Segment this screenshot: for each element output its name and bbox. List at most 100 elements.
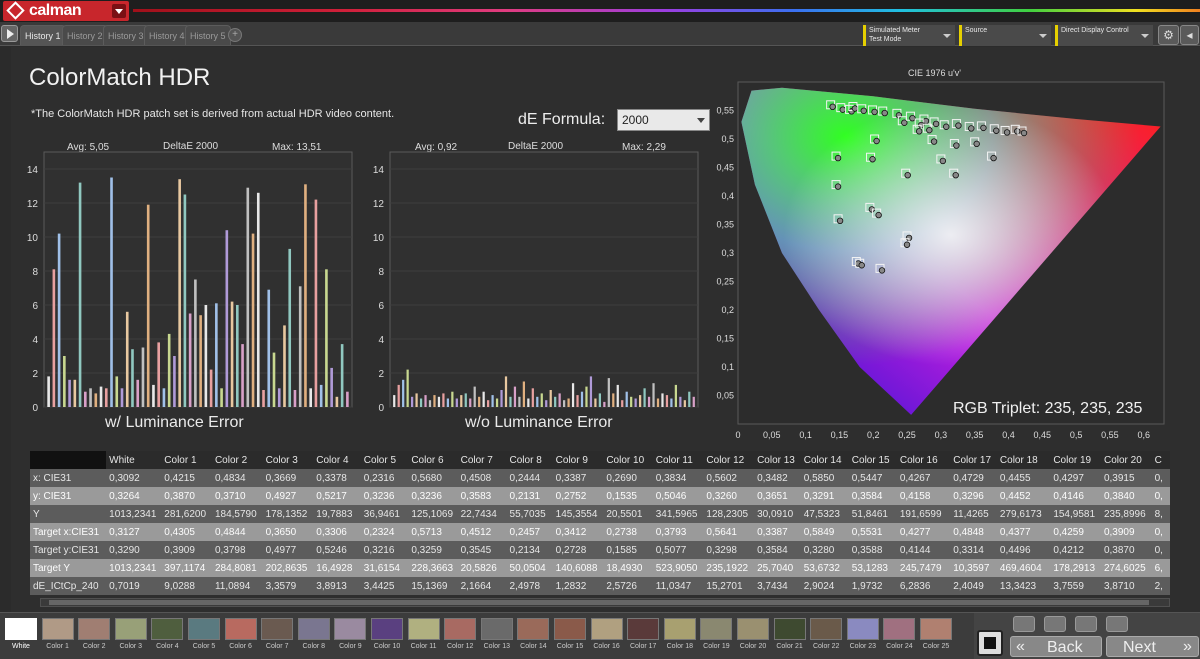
swatch-color-21[interactable]: Color 21 bbox=[773, 618, 807, 656]
stop-icon[interactable] bbox=[1013, 616, 1035, 632]
swatch-color-2[interactable]: Color 2 bbox=[77, 618, 111, 656]
play-icon[interactable] bbox=[1, 25, 18, 42]
source-selector[interactable]: Source bbox=[959, 25, 1051, 46]
swatch-color-17[interactable]: Color 17 bbox=[626, 618, 660, 656]
y-tick-label: 0,1 bbox=[721, 362, 734, 372]
swatch-color-7[interactable]: Color 7 bbox=[260, 618, 294, 656]
swatch-color-4[interactable]: Color 4 bbox=[150, 618, 184, 656]
swatch-color-20[interactable]: Color 20 bbox=[736, 618, 770, 656]
collapse-panel-icon[interactable]: ◂ bbox=[1180, 25, 1199, 45]
chevron-down-icon bbox=[697, 118, 705, 123]
swatch-color-12[interactable]: Color 12 bbox=[443, 618, 477, 656]
table-horizontal-scrollbar[interactable] bbox=[40, 598, 1170, 607]
column-header[interactable]: Color 19 bbox=[1050, 451, 1101, 469]
scrollbar-thumb[interactable] bbox=[49, 600, 1149, 605]
bar bbox=[267, 289, 271, 407]
column-header[interactable]: Color 8 bbox=[506, 451, 553, 469]
x-tick-label: 0,05 bbox=[763, 430, 781, 440]
tab-history-2[interactable]: History 2 bbox=[62, 25, 108, 45]
column-header[interactable]: Color 9 bbox=[552, 451, 604, 469]
column-header[interactable]: Color 1 bbox=[161, 451, 212, 469]
swatch-color-5[interactable]: Color 5 bbox=[187, 618, 221, 656]
column-header[interactable]: Color 13 bbox=[754, 451, 801, 469]
column-header[interactable]: Color 5 bbox=[360, 451, 409, 469]
swatch-color-24[interactable]: Color 24 bbox=[882, 618, 916, 656]
tab-history-3[interactable]: History 3 bbox=[103, 25, 149, 45]
tab-history-5[interactable]: History 5 bbox=[185, 25, 231, 45]
swatch-color-10[interactable]: Color 10 bbox=[370, 618, 404, 656]
bar bbox=[319, 384, 323, 407]
table-cell: 0,3793 bbox=[652, 523, 704, 541]
swatch-color-22[interactable]: Color 22 bbox=[809, 618, 843, 656]
swatch-color-23[interactable]: Color 23 bbox=[846, 618, 880, 656]
table-cell: 3,4425 bbox=[360, 577, 409, 595]
de-formula-select[interactable]: 2000 bbox=[617, 109, 710, 131]
bar bbox=[167, 333, 171, 407]
column-header[interactable]: C bbox=[1151, 451, 1170, 469]
x-tick-label: 0,4 bbox=[1002, 430, 1015, 440]
tab-history-4[interactable]: History 4 bbox=[144, 25, 190, 45]
swatch-label: Color 3 bbox=[119, 643, 143, 650]
table-cell: 0,3669 bbox=[262, 469, 314, 487]
swatch-color-3[interactable]: Color 3 bbox=[114, 618, 148, 656]
table-cell: 0,3710 bbox=[211, 487, 263, 505]
next-button[interactable]: Next » bbox=[1106, 636, 1199, 657]
swatch-color-16[interactable]: Color 16 bbox=[590, 618, 624, 656]
column-header[interactable]: Color 14 bbox=[800, 451, 849, 469]
swatch-color-9[interactable]: Color 9 bbox=[333, 618, 367, 656]
gear-icon[interactable]: ⚙ bbox=[1158, 25, 1179, 45]
add-tab-button[interactable]: + bbox=[228, 28, 242, 42]
column-header[interactable]: Color 2 bbox=[211, 451, 263, 469]
column-header[interactable]: White bbox=[106, 451, 162, 469]
table-cell: 0,3280 bbox=[800, 541, 849, 559]
swatch-color-15[interactable]: Color 15 bbox=[553, 618, 587, 656]
swatch-color-19[interactable]: Color 19 bbox=[699, 618, 733, 656]
back-button[interactable]: « Back bbox=[1010, 636, 1102, 657]
swatch-color-25[interactable]: Color 25 bbox=[919, 618, 953, 656]
column-header[interactable]: Color 11 bbox=[652, 451, 704, 469]
column-header[interactable]: Color 16 bbox=[896, 451, 951, 469]
table-cell: 140,6088 bbox=[552, 559, 604, 577]
column-header[interactable]: Color 20 bbox=[1100, 451, 1152, 469]
swatch-chip bbox=[517, 618, 550, 640]
bar bbox=[522, 381, 525, 407]
swatch-color-1[interactable]: Color 1 bbox=[41, 618, 75, 656]
table-cell: 31,6154 bbox=[360, 559, 409, 577]
swatch-color-14[interactable]: Color 14 bbox=[516, 618, 550, 656]
column-header[interactable]: Color 6 bbox=[408, 451, 458, 469]
bar bbox=[571, 383, 575, 407]
column-header[interactable]: Color 7 bbox=[457, 451, 507, 469]
display-control-selector[interactable]: Direct Display Control bbox=[1055, 25, 1153, 46]
table-cell: 0, bbox=[1151, 541, 1170, 559]
column-header[interactable]: Color 3 bbox=[262, 451, 314, 469]
column-header[interactable]: Color 15 bbox=[848, 451, 897, 469]
bar bbox=[643, 388, 646, 407]
swatch-color-13[interactable]: Color 13 bbox=[480, 618, 514, 656]
measured-point bbox=[871, 108, 878, 116]
swatch-white[interactable]: White bbox=[4, 618, 38, 656]
tab-history-1[interactable]: History 1 bbox=[20, 25, 66, 45]
bar bbox=[554, 396, 557, 407]
play-all-icon[interactable] bbox=[1075, 616, 1097, 632]
table-cell: 0,1535 bbox=[603, 487, 653, 505]
swatch-color-11[interactable]: Color 11 bbox=[407, 618, 441, 656]
measured-point bbox=[851, 105, 859, 112]
column-header[interactable]: Color 10 bbox=[603, 451, 653, 469]
play-icon[interactable] bbox=[1044, 616, 1066, 632]
calman-logo-button[interactable]: calman bbox=[3, 1, 129, 21]
column-header[interactable]: Color 18 bbox=[996, 451, 1051, 469]
meter-selector[interactable]: Simulated Meter Test Mode bbox=[863, 25, 955, 46]
swatch-color-18[interactable]: Color 18 bbox=[663, 618, 697, 656]
table-cell: 0,3834 bbox=[652, 469, 704, 487]
swatch-color-6[interactable]: Color 6 bbox=[224, 618, 258, 656]
loop-icon[interactable] bbox=[1106, 616, 1128, 632]
column-header[interactable]: Color 12 bbox=[703, 451, 755, 469]
swatch-color-8[interactable]: Color 8 bbox=[297, 618, 331, 656]
column-header[interactable]: Color 17 bbox=[950, 451, 997, 469]
app-menu-dropdown-icon[interactable] bbox=[112, 4, 126, 18]
table-cell: 0,2738 bbox=[603, 523, 653, 541]
bar bbox=[603, 401, 606, 407]
column-header[interactable]: Color 4 bbox=[313, 451, 361, 469]
record-button[interactable] bbox=[977, 630, 1003, 656]
table-cell: 2,4978 bbox=[506, 577, 553, 595]
